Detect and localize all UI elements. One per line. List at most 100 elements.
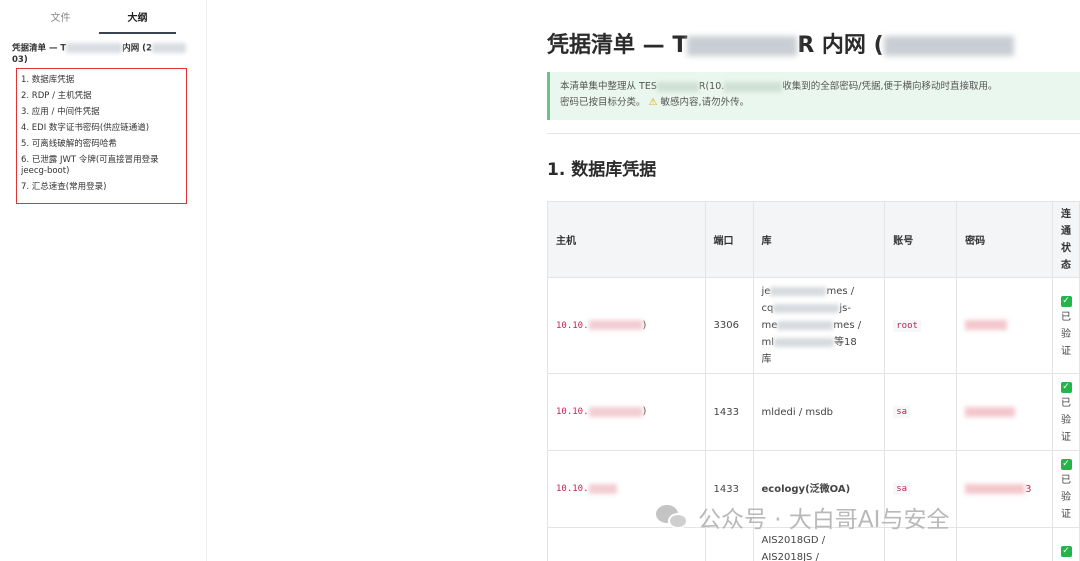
notice-text: 本清单集中整理从 TES: [560, 81, 657, 92]
cell-db: mldedi / msdb: [752, 373, 886, 451]
redacted-text: [687, 36, 798, 56]
cell-password: [956, 277, 1053, 374]
cell-password: 3: [956, 450, 1053, 528]
db-text: mes /: [833, 320, 862, 331]
redacted-text: [656, 81, 699, 92]
table-header-row: 主机 端口 库 账号 密码 连 通 状 态: [547, 201, 1080, 278]
redacted-text: [588, 320, 643, 330]
password-tail: 3: [1025, 483, 1032, 495]
sidebar-tabs: 文件 大纲: [22, 10, 176, 34]
outline-item-edi[interactable]: 4. EDI 数字证书密码(供应链通道): [21, 120, 182, 136]
db-name: ecology(泛微OA): [761, 483, 851, 495]
watermark: 公众号 · 大白哥AI与安全: [656, 500, 949, 534]
redacted-text: [588, 483, 617, 494]
title-end: R 内网 (: [797, 33, 884, 58]
check-icon: ✓: [1060, 546, 1072, 557]
cell-port: 1433: [704, 373, 754, 451]
redacted-password: [965, 406, 1016, 417]
cell-db: je mes / cq js- me mes / ml 等18 库: [752, 277, 886, 374]
header-status: 连 通 状 态: [1052, 201, 1080, 278]
outline-item-hash[interactable]: 5. 可离线破解的密码哈希: [21, 136, 182, 152]
outline-item-summary[interactable]: 7. 汇总速查(常用登录): [21, 179, 182, 195]
status-char: 证: [1061, 345, 1071, 357]
wechat-icon: [656, 503, 690, 531]
db-text: ml: [761, 337, 775, 348]
db-text: js-: [839, 303, 851, 314]
tab-files[interactable]: 文件: [22, 10, 99, 34]
notice-line-2: 密码已按目标分类。 ⚠ 敏感内容,请勿外传。: [560, 95, 1070, 111]
notice-text: 密码已按目标分类。: [560, 97, 646, 108]
redacted-text: [724, 81, 783, 92]
cell-port: 3306: [704, 277, 754, 374]
divider: [547, 133, 1080, 134]
cell-password: [956, 527, 1053, 561]
outline-item-rdp[interactable]: 2. RDP / 主机凭据: [21, 88, 182, 104]
notice-line-1: 本清单集中整理从 TES R(10. 收集到的全部密码/凭据,便于横向移动时直接取用…: [560, 79, 1070, 95]
notice-callout: 本清单集中整理从 TES R(10. 收集到的全部密码/凭据,便于横向移动时直接取用…: [547, 72, 1080, 120]
cell-account: sa: [884, 373, 958, 451]
ip-prefix: 10.10.: [556, 484, 589, 494]
table-row: 10.10.) 1433 mldedi / msdb sa ✓ 已 验 证: [547, 373, 1080, 451]
outline-item-app[interactable]: 3. 应用 / 中间件凭据: [21, 104, 182, 120]
account-code: root: [893, 319, 921, 332]
notice-text: 敏感内容,请勿外传。: [660, 97, 750, 108]
ip-prefix: 10.10.: [556, 320, 589, 331]
db-text: 库: [761, 354, 772, 365]
check-icon: ✓: [1060, 295, 1072, 307]
host-ip: 10.10.: [556, 483, 617, 494]
header-password: 密码: [956, 201, 1053, 278]
outline-item-db[interactable]: 1. 数据库凭据: [21, 72, 182, 88]
header-status-char: 态: [1061, 259, 1071, 271]
status-char: 已: [1061, 475, 1071, 486]
status-char: 证: [1061, 509, 1071, 520]
redacted-text: [773, 303, 840, 313]
warning-icon: ⚠: [648, 97, 658, 108]
outline-item-jwt[interactable]: 6. 已泄露 JWT 令牌(可直接冒用登录 jeecg-boot): [21, 152, 182, 179]
cell-host: 10.10.): [547, 277, 706, 374]
db-text: AIS2018JS /: [761, 552, 819, 561]
redacted-text: [66, 43, 123, 53]
status-char: 已: [1061, 311, 1071, 323]
redacted-text: [883, 36, 1014, 56]
header-db: 库: [752, 201, 886, 278]
cell-status: ✓: [1052, 527, 1080, 561]
notice-text: R(10.: [698, 81, 725, 92]
header-status-char: 通: [1061, 225, 1071, 237]
page-title: 凭据清单 — T R 内网 (: [547, 27, 1014, 59]
cell-host: 10.10.): [547, 373, 706, 451]
outline-title-start: 凭据清单 — T: [12, 43, 67, 54]
db-text: cq: [761, 303, 774, 314]
check-icon: ✓: [1060, 382, 1072, 393]
ip-prefix: 10.10.: [556, 407, 589, 417]
account-code: sa: [893, 406, 911, 418]
status-char: 验: [1061, 492, 1071, 503]
ip-suffix: ): [642, 406, 647, 417]
cell-status: ✓ 已 验 证: [1052, 450, 1080, 528]
db-text: me: [761, 320, 778, 331]
section-title: 1. 数据库凭据: [547, 160, 657, 180]
status-char: 证: [1061, 432, 1071, 443]
status-char: 验: [1061, 415, 1071, 426]
title-start: 凭据清单 — T: [547, 33, 688, 58]
db-text: je: [761, 286, 771, 297]
cell-status: ✓ 已 验 证: [1052, 277, 1080, 374]
redacted-password: [965, 483, 1026, 494]
sidebar: 文件 大纲 凭据清单 — T 内网 (2 03) 1. 数据库凭据 2. RDP …: [0, 0, 207, 561]
header-host: 主机: [547, 201, 706, 278]
header-status-char: 状: [1061, 242, 1071, 254]
db-text: AIS2018GD /: [761, 535, 826, 546]
tab-outline[interactable]: 大纲: [99, 10, 176, 34]
outline-title-middle: 内网 (2: [122, 43, 152, 54]
status-char: 验: [1061, 328, 1071, 340]
document-main: 凭据清单 — T R 内网 ( 本清单集中整理从 TES R(10. 收集到的全部密码…: [547, 0, 1080, 561]
status-char: 已: [1061, 398, 1071, 409]
outline-doc-title[interactable]: 凭据清单 — T 内网 (2 03): [12, 43, 198, 66]
account-code: sa: [893, 483, 911, 495]
header-account: 账号: [884, 201, 958, 278]
redacted-text: [774, 337, 835, 347]
outline-title-end: 03): [12, 54, 28, 65]
redacted-text: [777, 320, 834, 330]
header-port: 端口: [704, 201, 754, 278]
redacted-text: [770, 286, 827, 296]
header-status-char: 连: [1061, 208, 1071, 220]
